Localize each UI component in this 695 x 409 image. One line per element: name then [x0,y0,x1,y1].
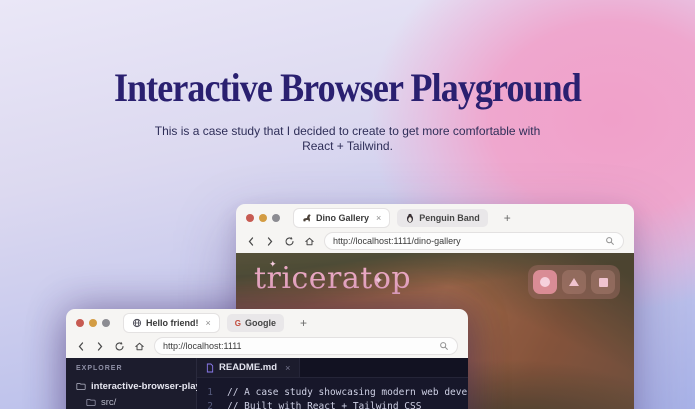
folder-icon [76,382,86,391]
address-bar[interactable]: http://localhost:1111 [154,337,458,355]
circle-shape-button[interactable] [533,270,557,294]
tab-label: Dino Gallery [316,213,370,223]
zoom-window-button[interactable] [272,214,280,222]
page: Interactive Browser Playground This is a… [0,0,695,409]
browser-toolbar: http://localhost:1111 [66,334,468,358]
tab-label: README.md [219,362,278,373]
square-shape-button[interactable] [591,270,615,294]
minimize-window-button[interactable] [89,319,97,327]
back-icon[interactable] [76,341,86,352]
minimize-window-button[interactable] [259,214,267,222]
sparkle-icon: ✦ [374,275,384,287]
forward-icon[interactable] [95,341,105,352]
tab-dino-gallery[interactable]: Dino Gallery × [294,209,390,227]
shape-controls [528,265,620,299]
browser-tab-strip: Hello friend! × G Google + [66,309,468,334]
tree-item-label: src/ [101,397,117,408]
forward-icon[interactable] [265,236,275,247]
window-controls [76,319,110,327]
code-editor: EXPLORER interactive-browser-playground … [66,358,468,409]
tab-label: Hello friend! [146,318,199,328]
file-icon [206,363,214,373]
zoom-window-button[interactable] [102,319,110,327]
editor-pane: README.md × 1 // A case study showcasing… [197,358,468,409]
code-line: 2 // Built with React + Tailwind CSS [197,400,468,409]
subtitle-line-2: React + Tailwind. [302,139,393,153]
triangle-shape-button[interactable] [562,270,586,294]
tab-label: Penguin Band [419,213,480,223]
line-number: 2 [207,401,213,409]
tab-label: Google [245,318,277,328]
new-tab-button[interactable]: + [300,317,307,329]
close-icon[interactable]: × [206,318,211,328]
search-icon [605,236,615,246]
tree-item-root-folder[interactable]: interactive-browser-playground [76,381,234,392]
close-icon[interactable]: × [376,213,381,223]
tab-penguin-band[interactable]: Penguin Band [397,209,488,227]
browser-tab-strip: Dino Gallery × Penguin Band + [236,204,634,229]
subtitle-line-1: This is a case study that I decided to c… [154,124,541,138]
url-text: http://localhost:1111 [163,341,242,351]
dino-icon [302,213,312,223]
globe-icon [132,318,142,328]
home-icon[interactable] [134,341,145,352]
reload-icon[interactable] [114,341,125,352]
url-text: http://localhost:1111/dino-gallery [333,236,461,246]
explorer-header: EXPLORER [76,365,123,372]
browser-toolbar: http://localhost:1111/dino-gallery [236,229,634,253]
circle-icon [540,277,550,287]
reload-icon[interactable] [284,236,295,247]
page-title: Interactive Browser Playground [114,65,582,110]
editor-tab-bar: README.md × [197,358,468,378]
tab-hello-friend[interactable]: Hello friend! × [124,314,219,332]
hello-friend-browser-window: Hello friend! × G Google + http://localh… [66,309,468,409]
close-icon[interactable]: × [285,363,290,373]
home-icon[interactable] [304,236,315,247]
tab-readme[interactable]: README.md × [197,358,301,377]
window-controls [246,214,280,222]
code-text: // A case study showcasing modern web de… [227,387,468,398]
code-area: 1 // A case study showcasing modern web … [197,378,468,409]
explorer-sidebar: EXPLORER interactive-browser-playground … [66,358,234,409]
new-tab-button[interactable]: + [504,212,511,224]
code-text: // Built with React + Tailwind CSS [227,401,422,409]
tab-google[interactable]: G Google [226,314,285,332]
tree-item-src-folder[interactable]: src/ [86,397,192,408]
close-window-button[interactable] [76,319,84,327]
back-icon[interactable] [246,236,256,247]
code-line: 1 // A case study showcasing modern web … [197,386,468,400]
close-window-button[interactable] [246,214,254,222]
google-icon: G [234,318,242,328]
address-bar[interactable]: http://localhost:1111/dino-gallery [324,232,624,250]
search-icon [439,341,449,351]
line-number: 1 [207,387,213,398]
triangle-icon [569,278,579,286]
square-icon [598,277,608,287]
folder-icon [86,398,96,407]
page-heading: triceratop [254,261,412,296]
penguin-icon [405,213,415,223]
page-subtitle: This is a case study that I decided to c… [0,124,695,154]
sparkle-icon: ✦ [269,259,277,269]
